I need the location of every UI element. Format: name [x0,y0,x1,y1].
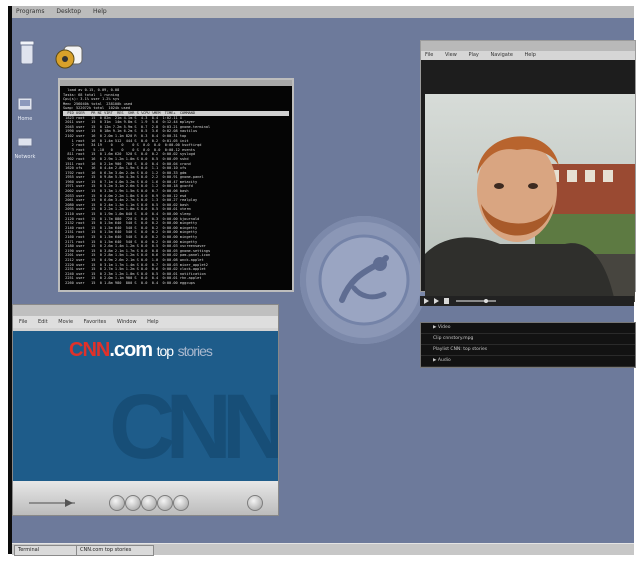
network-label: Network [14,154,36,160]
qt-menu-window[interactable]: Window [117,319,137,325]
play-button[interactable] [141,495,157,511]
quicktime-menu: File Edit Movie Favorites Window Help [13,316,278,328]
playlist-marker: ▶ [433,325,437,330]
video-frame[interactable] [425,94,635,302]
qt-menu-favorites[interactable]: Favorites [84,319,107,325]
taskbar-item-terminal[interactable]: Terminal [14,545,78,556]
desktop-icon-network[interactable]: Network [8,136,42,160]
stop-icon[interactable] [444,298,449,304]
volume-slider[interactable] [27,498,77,508]
fast-forward-button[interactable] [173,495,189,511]
forward-button[interactable] [157,495,173,511]
taskbar: Terminal CNN.com top stories [12,543,634,556]
qt-menu-file[interactable]: File [19,319,27,325]
playlist-marker: ▶ [433,358,437,363]
media-player-menu: File View Play Navigate Help [421,51,635,60]
cdrom-icon [55,45,83,69]
media-menu-play[interactable]: Play [468,52,478,58]
cnn-watermark: CNN [109,376,278,478]
fullscreen-button[interactable] [247,495,263,511]
menu-programs[interactable]: Programs [16,8,44,15]
desktop-icon-home[interactable]: Home [8,96,42,122]
playlist-text: Playlist CNN: top stories [433,347,488,352]
cnn-logo-text: CNN [69,339,110,361]
cnn-banner: CNN.com top stories [69,339,213,362]
top-menu-bar: Programs Desktop Help [12,6,634,18]
qt-menu-movie[interactable]: Movie [58,319,73,325]
taskbar-item-cnn[interactable]: CNN.com top stories [76,545,154,556]
playlist-text: Video [437,325,451,330]
back-button[interactable] [125,495,141,511]
terminal-output: load av 0.15, 0.09, 0.08 Tasks: 68 total… [60,86,292,286]
playlist-text: Clip cnnstory.mpg [433,336,474,341]
seek-handle-icon[interactable] [484,299,488,303]
qt-menu-edit[interactable]: Edit [38,319,48,325]
playlist-row[interactable]: Clip cnnstory.mpg [421,334,635,345]
qt-menu-help[interactable]: Help [147,319,158,325]
media-controls-bar[interactable] [420,296,634,306]
cnn-top: top [156,343,174,359]
media-menu-view[interactable]: View [445,52,457,58]
quicktime-player-window[interactable]: File Edit Movie Favorites Window Help CN… [12,304,279,516]
rewind-button[interactable] [109,495,125,511]
playlist-panel: ▶ Video Clip cnnstory.mpg Playlist CNN: … [420,322,636,368]
desktop-emblem [300,216,428,344]
playlist-row[interactable]: ▶ Video [421,323,635,334]
cnn-stories: stories [177,343,213,359]
media-player-window[interactable]: File View Play Navigate Help [420,40,636,352]
home-label: Home [17,116,33,122]
desktop-icon-rings[interactable] [52,44,86,74]
playlist-row[interactable]: ▶ Audio [421,356,635,367]
menu-help[interactable]: Help [93,8,107,15]
media-menu-navigate[interactable]: Navigate [490,52,512,58]
playlist-text: Audio [437,358,451,363]
home-icon [17,97,33,111]
playlist-row[interactable]: Playlist CNN: top stories [421,345,635,356]
media-player-titlebar[interactable] [421,41,635,51]
monkey-logo-icon [318,234,410,326]
media-menu-file[interactable]: File [425,52,433,58]
cnn-dotcom: .com [109,339,153,361]
terminal-window[interactable]: load av 0.15, 0.09, 0.08 Tasks: 68 total… [58,78,294,292]
seek-bar[interactable] [456,300,496,302]
video-still-image [425,94,635,302]
network-icon [17,137,33,148]
trash-icon [19,40,35,65]
media-menu-help[interactable]: Help [525,52,536,58]
quicktime-video[interactable]: CNN CNN.com top stories [13,331,278,481]
desktop-icon-trash[interactable] [10,40,44,70]
menu-desktop[interactable]: Desktop [56,8,81,15]
quicktime-titlebar[interactable] [13,305,278,316]
